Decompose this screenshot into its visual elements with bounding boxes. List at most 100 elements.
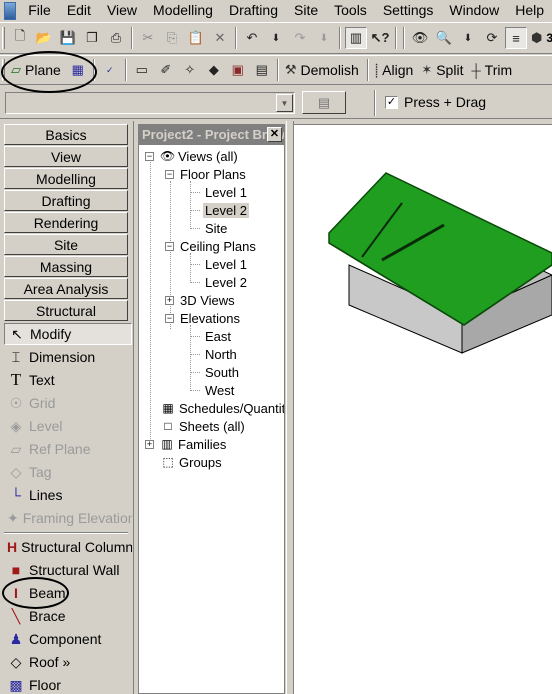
tree-node-groups[interactable]: ⬚ Groups (161, 453, 221, 471)
tab-site[interactable]: Site (4, 234, 128, 255)
undo-icon[interactable]: ↶ (241, 27, 263, 49)
menu-file[interactable]: File (20, 2, 59, 18)
tool-modify[interactable]: ↖ Modify (4, 323, 132, 345)
split-button[interactable]: ✶ Split (418, 58, 468, 82)
tree-node-fp-level-1[interactable]: Level 1 (205, 183, 247, 201)
tree-node-west[interactable]: West (205, 381, 234, 399)
align-button[interactable]: ⸽ Align (372, 58, 418, 82)
tree-node-families[interactable]: + ▥ Families (145, 435, 226, 453)
open-folder-icon[interactable]: 📂 (33, 27, 55, 49)
tree-node-views[interactable]: − 👁 Views (all) (145, 147, 238, 165)
tree-node-fp-level-2[interactable]: Level 2 (203, 201, 249, 219)
tool-structural-column[interactable]: H Structural Column (4, 536, 132, 558)
menu-window[interactable]: Window (441, 2, 507, 18)
3d-view-canvas[interactable] (294, 124, 552, 694)
tab-basics[interactable]: Basics (4, 124, 128, 145)
menu-help[interactable]: Help (507, 2, 552, 18)
work-plane-button[interactable]: ▱ Plane (8, 58, 66, 82)
app-icon[interactable] (4, 1, 17, 20)
house-3d-model[interactable] (294, 125, 552, 694)
undo-dropdown-icon[interactable]: ⬇ (265, 27, 287, 49)
tree-node-schedules[interactable]: ▦ Schedules/Quantities (161, 399, 284, 417)
dropdown-arrow-icon[interactable]: ▼ (276, 94, 293, 112)
tool-structural-wall[interactable]: ■ Structural Wall (4, 559, 132, 581)
collapse-icon[interactable]: − (145, 151, 154, 161)
collapse-icon[interactable]: − (165, 169, 174, 179)
tree-node-east[interactable]: East (205, 327, 231, 345)
menu-settings[interactable]: Settings (375, 2, 442, 18)
zoom-dropdown-icon[interactable]: ⬇ (457, 27, 479, 49)
tool-beam[interactable]: I Beam (4, 582, 132, 604)
press-drag-checkbox[interactable]: ✓ (385, 95, 398, 109)
save-icon[interactable]: 💾 (57, 27, 79, 49)
tab-modelling[interactable]: Modelling (4, 168, 128, 189)
menu-site[interactable]: Site (286, 2, 326, 18)
menu-edit[interactable]: Edit (59, 2, 99, 18)
tool-lines[interactable]: └ Lines (4, 484, 132, 506)
tool-ref-plane[interactable]: ▱ Ref Plane (4, 438, 132, 460)
tool-dimension[interactable]: ⌶ Dimension (4, 346, 132, 368)
tab-area-analysis[interactable]: Area Analysis (4, 278, 128, 299)
collapse-icon[interactable]: − (165, 313, 174, 323)
tool-text[interactable]: T Text (4, 369, 132, 391)
tree-node-ceiling-plans[interactable]: − Ceiling Plans (165, 237, 256, 255)
redo-icon[interactable]: ↷ (289, 27, 311, 49)
menu-tools[interactable]: Tools (326, 2, 375, 18)
paint-icon[interactable]: ✧ (179, 59, 201, 81)
view-splitter[interactable] (286, 121, 294, 694)
menu-view[interactable]: View (99, 2, 145, 18)
whats-this-help-icon[interactable]: ↖? (369, 27, 391, 49)
tree-node-sheets[interactable]: □ Sheets (all) (161, 417, 244, 435)
paste-icon[interactable]: 📋 (185, 27, 207, 49)
new-file-icon[interactable]: 🗋 (9, 27, 31, 49)
demolish-button[interactable]: ⚒ Demolish (282, 58, 364, 82)
tool-framing-elevation[interactable]: ✦ Framing Elevation (4, 507, 132, 529)
press-drag-option[interactable]: ✓ Press + Drag (385, 94, 486, 110)
tab-structural[interactable]: Structural (4, 300, 128, 321)
match-type-icon[interactable]: ✐ (155, 59, 177, 81)
spelling-check-icon[interactable]: ✓ (99, 59, 121, 81)
join-geometry-icon[interactable]: ▣ (227, 59, 249, 81)
dynamic-view-icon[interactable]: ⟳ (481, 27, 503, 49)
tree-node-floor-plans[interactable]: − Floor Plans (165, 165, 246, 183)
tree-node-cp-level-2[interactable]: Level 2 (205, 273, 247, 291)
tab-drafting[interactable]: Drafting (4, 190, 128, 211)
tab-massing[interactable]: Massing (4, 256, 128, 277)
tool-tag[interactable]: ◇ Tag (4, 461, 132, 483)
tree-node-cp-level-1[interactable]: Level 1 (205, 255, 247, 273)
menu-modelling[interactable]: Modelling (145, 2, 221, 18)
expand-icon[interactable]: + (145, 439, 154, 449)
tool-brace[interactable]: ╲ Brace (4, 605, 132, 627)
type-selector-dropdown[interactable]: ▼ (5, 92, 295, 114)
cut-icon[interactable]: ✂ (137, 27, 159, 49)
split-face-icon[interactable]: ◆ (203, 59, 225, 81)
menu-drafting[interactable]: Drafting (221, 2, 286, 18)
toolbar-grip[interactable] (2, 27, 5, 49)
print-icon[interactable]: ⎙ (105, 27, 127, 49)
tab-rendering[interactable]: Rendering (4, 212, 128, 233)
zoom-icon[interactable]: 🔍 (433, 27, 455, 49)
tree-node-north[interactable]: North (205, 345, 237, 363)
collapse-icon[interactable]: − (165, 241, 174, 251)
move-icon[interactable]: ▭ (131, 59, 153, 81)
tree-node-south[interactable]: South (205, 363, 239, 381)
tree-node-elevations[interactable]: − Elevations (165, 309, 240, 327)
tree-node-3d-views[interactable]: + 3D Views (165, 291, 235, 309)
visibility-eye-icon[interactable]: 👁 (409, 27, 431, 49)
cut-geometry-icon[interactable]: ▤ (251, 59, 273, 81)
element-properties-button[interactable]: ▤ (302, 91, 346, 114)
tool-roof[interactable]: ◇ Roof » (4, 651, 132, 673)
redo-dropdown-icon[interactable]: ⬇ (313, 27, 335, 49)
show-work-plane-icon[interactable]: ▦ (67, 59, 89, 81)
tool-level[interactable]: ◈ Level (4, 415, 132, 437)
view-3d-button[interactable]: ⬢ 3D (528, 26, 552, 50)
expand-icon[interactable]: + (165, 295, 174, 305)
thin-lines-icon[interactable]: ≡ (505, 27, 527, 49)
delete-icon[interactable]: ✕ (209, 27, 231, 49)
tool-floor[interactable]: ▩ Floor (4, 674, 132, 694)
save-all-icon[interactable]: ❐ (81, 27, 103, 49)
close-icon[interactable]: ✕ (267, 127, 282, 142)
tree-node-fp-site[interactable]: Site (205, 219, 227, 237)
tab-view[interactable]: View (4, 146, 128, 167)
tool-component[interactable]: ♟ Component (4, 628, 132, 650)
